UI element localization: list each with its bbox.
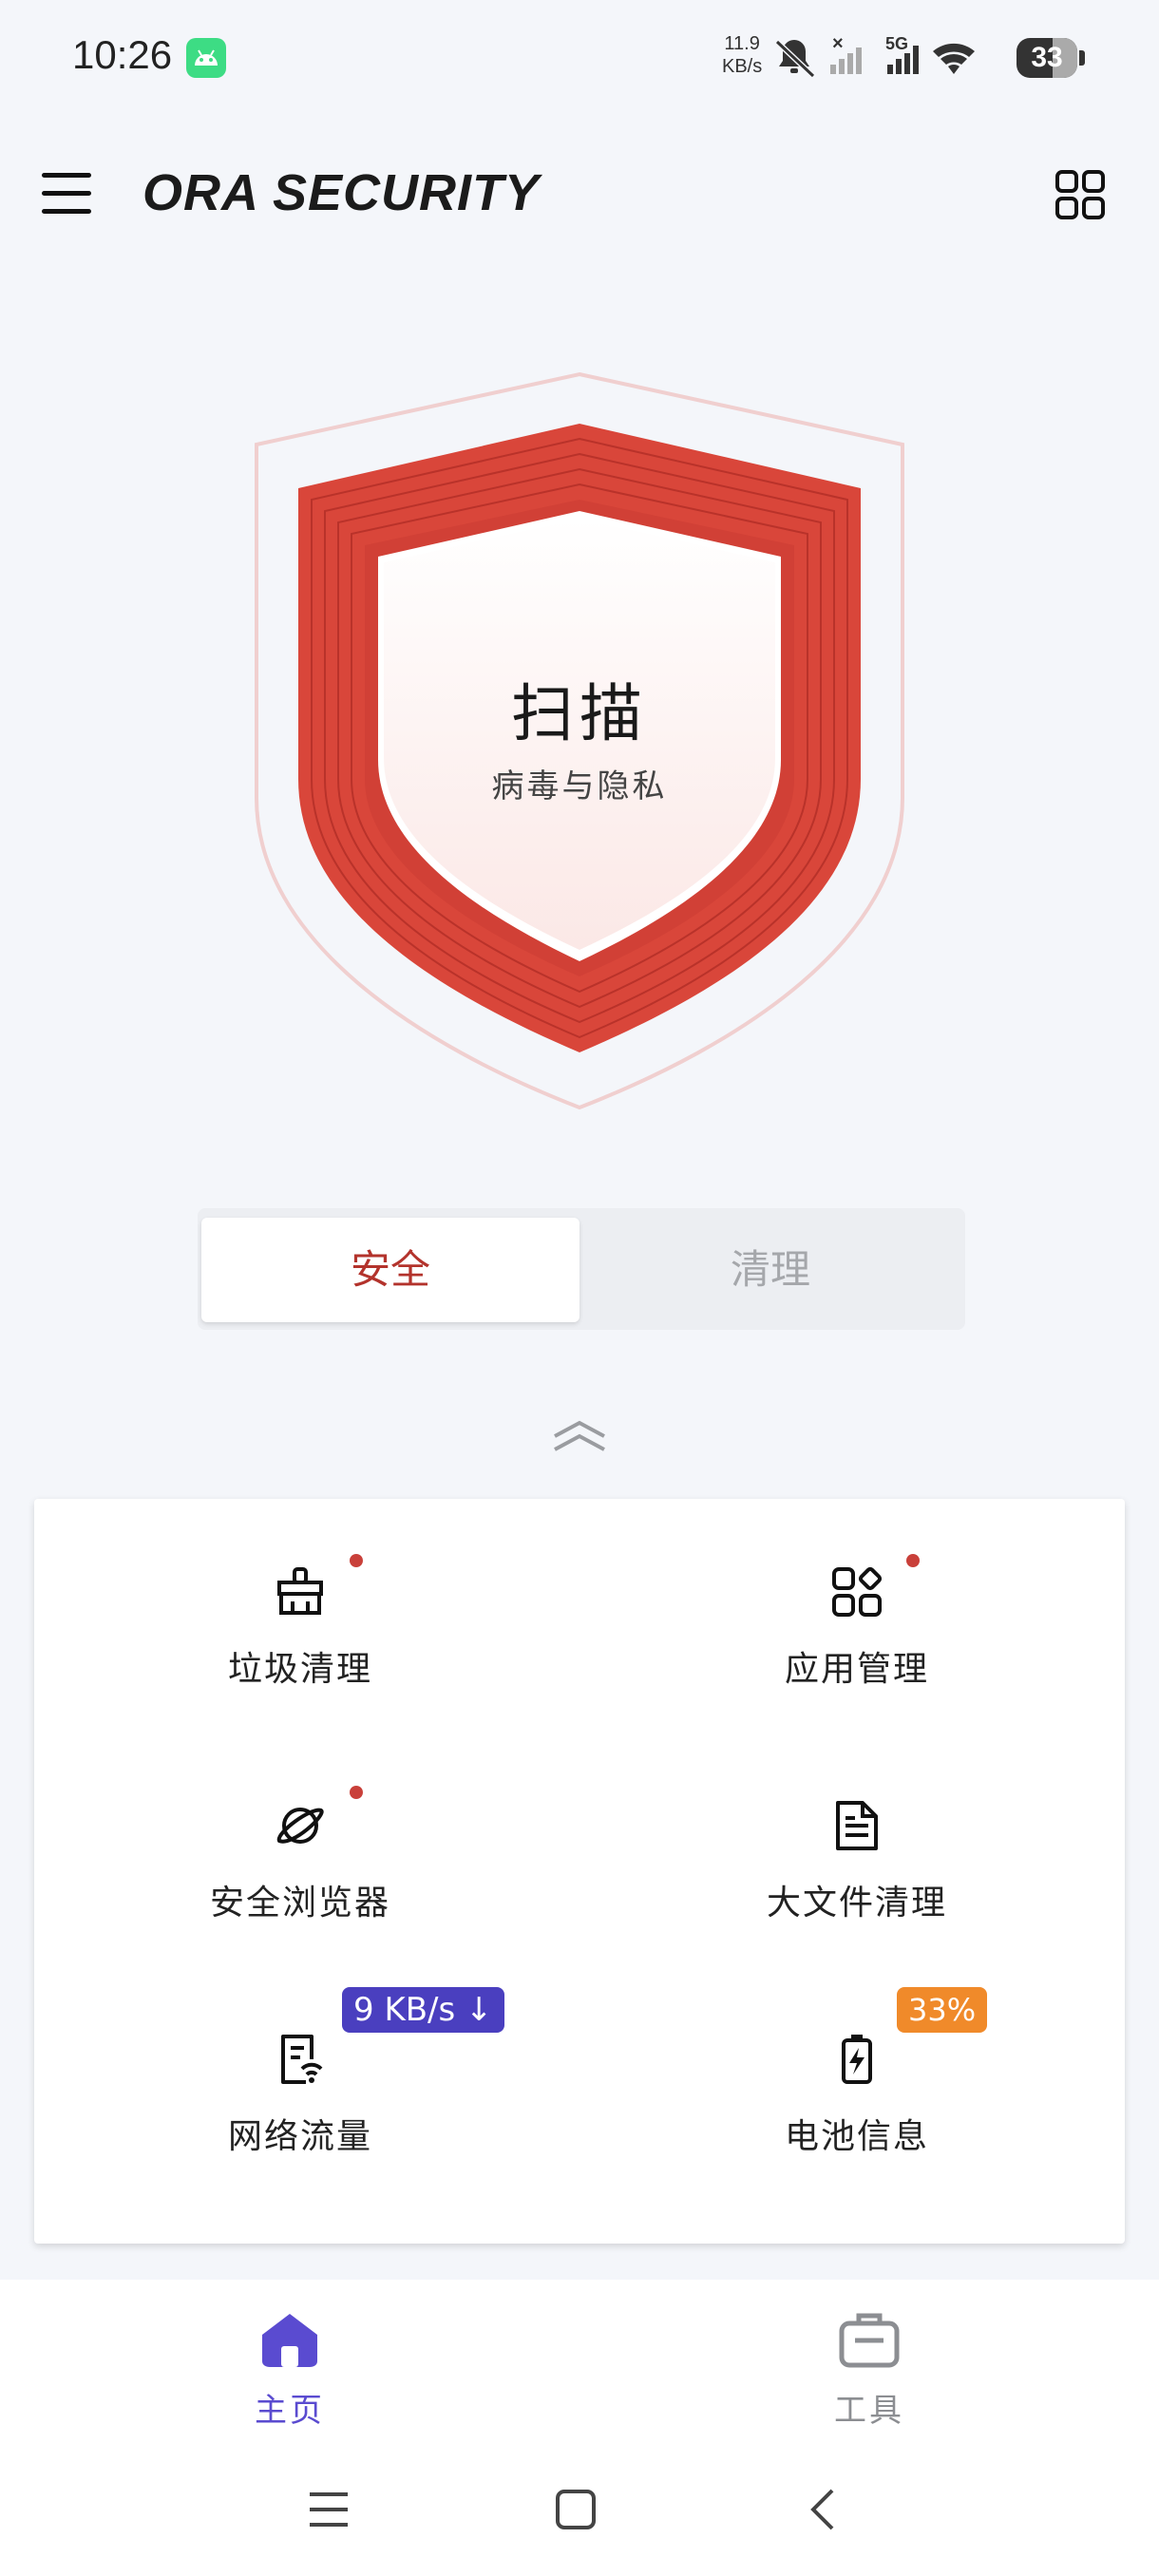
- status-bar: 10:26 11.9 KB/s × 5G 33: [0, 0, 1159, 114]
- muted-bell-icon: [774, 39, 816, 79]
- signal-5g-icon: 5G: [885, 34, 919, 74]
- signal-sim1-icon: ×: [830, 33, 862, 74]
- home-square-icon[interactable]: [555, 2489, 597, 2530]
- tool-secure-browser[interactable]: 安全浏览器: [110, 1733, 490, 1923]
- notification-dot: [906, 1554, 920, 1567]
- scan-title: 扫描: [511, 677, 648, 750]
- recents-menu-icon[interactable]: [308, 2491, 350, 2529]
- app-bar: ORA SECURITY: [0, 152, 1159, 237]
- broom-icon: [277, 1567, 323, 1615]
- document-icon: [836, 1801, 878, 1850]
- scan-shield-button[interactable]: 扫描 病毒与隐私: [238, 361, 922, 1121]
- android-notification-icon: [186, 38, 226, 78]
- tool-battery-info[interactable]: 电池信息: [667, 1966, 1047, 2156]
- chevron-up-icon[interactable]: [549, 1415, 610, 1457]
- network-type: 5G: [885, 34, 908, 53]
- battery-percent-badge: 33%: [897, 1987, 988, 2033]
- network-speed-badge: 9 KB/s ↓: [342, 1987, 504, 2033]
- network-speed-unit: KB/s: [722, 56, 763, 77]
- home-icon: [262, 2314, 317, 2367]
- tool-app-management[interactable]: 应用管理: [667, 1499, 1047, 1689]
- back-chevron-icon[interactable]: [808, 2487, 838, 2532]
- scan-text: 扫描 病毒与隐私: [238, 663, 922, 806]
- system-navigation-bar: [0, 2441, 1159, 2576]
- bottom-navigation: 主页 工具: [0, 2280, 1159, 2441]
- network-speed-value: 11.9: [724, 33, 760, 54]
- tool-label: 应用管理: [784, 1650, 929, 1689]
- notification-dot: [350, 1786, 363, 1799]
- tool-label: 垃圾清理: [227, 1650, 372, 1689]
- planet-icon: [276, 1808, 324, 1844]
- tool-label: 安全浏览器: [209, 1884, 390, 1923]
- tools-card: 垃圾清理 应用管理 安全浏览器 大文件清理 网络流量 9 KB/s ↓ 电池信息…: [34, 1499, 1125, 2244]
- status-time: 10:26: [72, 32, 173, 77]
- battery-icon: [842, 2035, 872, 2084]
- notification-dot: [350, 1554, 363, 1567]
- network-traffic-icon: [281, 2035, 323, 2084]
- nav-label: 主页: [255, 2392, 325, 2430]
- nav-home[interactable]: 主页: [195, 2308, 385, 2431]
- scan-subtitle: 病毒与隐私: [491, 767, 668, 805]
- grid-menu-icon[interactable]: [1054, 169, 1106, 220]
- tool-label: 大文件清理: [766, 1884, 947, 1923]
- tool-junk-clean[interactable]: 垃圾清理: [110, 1499, 490, 1689]
- wifi-icon: [933, 43, 975, 74]
- status-icons: × 5G: [774, 33, 975, 79]
- apps-icon: [832, 1566, 883, 1617]
- toolbox-icon: [839, 2313, 900, 2368]
- battery-level: 33: [1031, 42, 1063, 73]
- network-speed: 11.9 KB/s: [722, 32, 762, 78]
- app-title: ORA SECURITY: [142, 164, 541, 221]
- nav-tools[interactable]: 工具: [774, 2308, 964, 2431]
- tool-label: 网络流量: [227, 2117, 372, 2156]
- menu-icon[interactable]: [42, 173, 91, 217]
- nav-label: 工具: [834, 2392, 904, 2430]
- tool-label: 电池信息: [784, 2117, 929, 2156]
- tab-security[interactable]: 安全: [201, 1218, 580, 1322]
- battery-status-icon: 33: [1016, 38, 1085, 78]
- mode-tabs: 安全 清理: [198, 1208, 965, 1330]
- tool-large-file-clean[interactable]: 大文件清理: [667, 1733, 1047, 1923]
- svg-text:×: ×: [832, 33, 844, 54]
- tab-clean[interactable]: 清理: [581, 1218, 960, 1322]
